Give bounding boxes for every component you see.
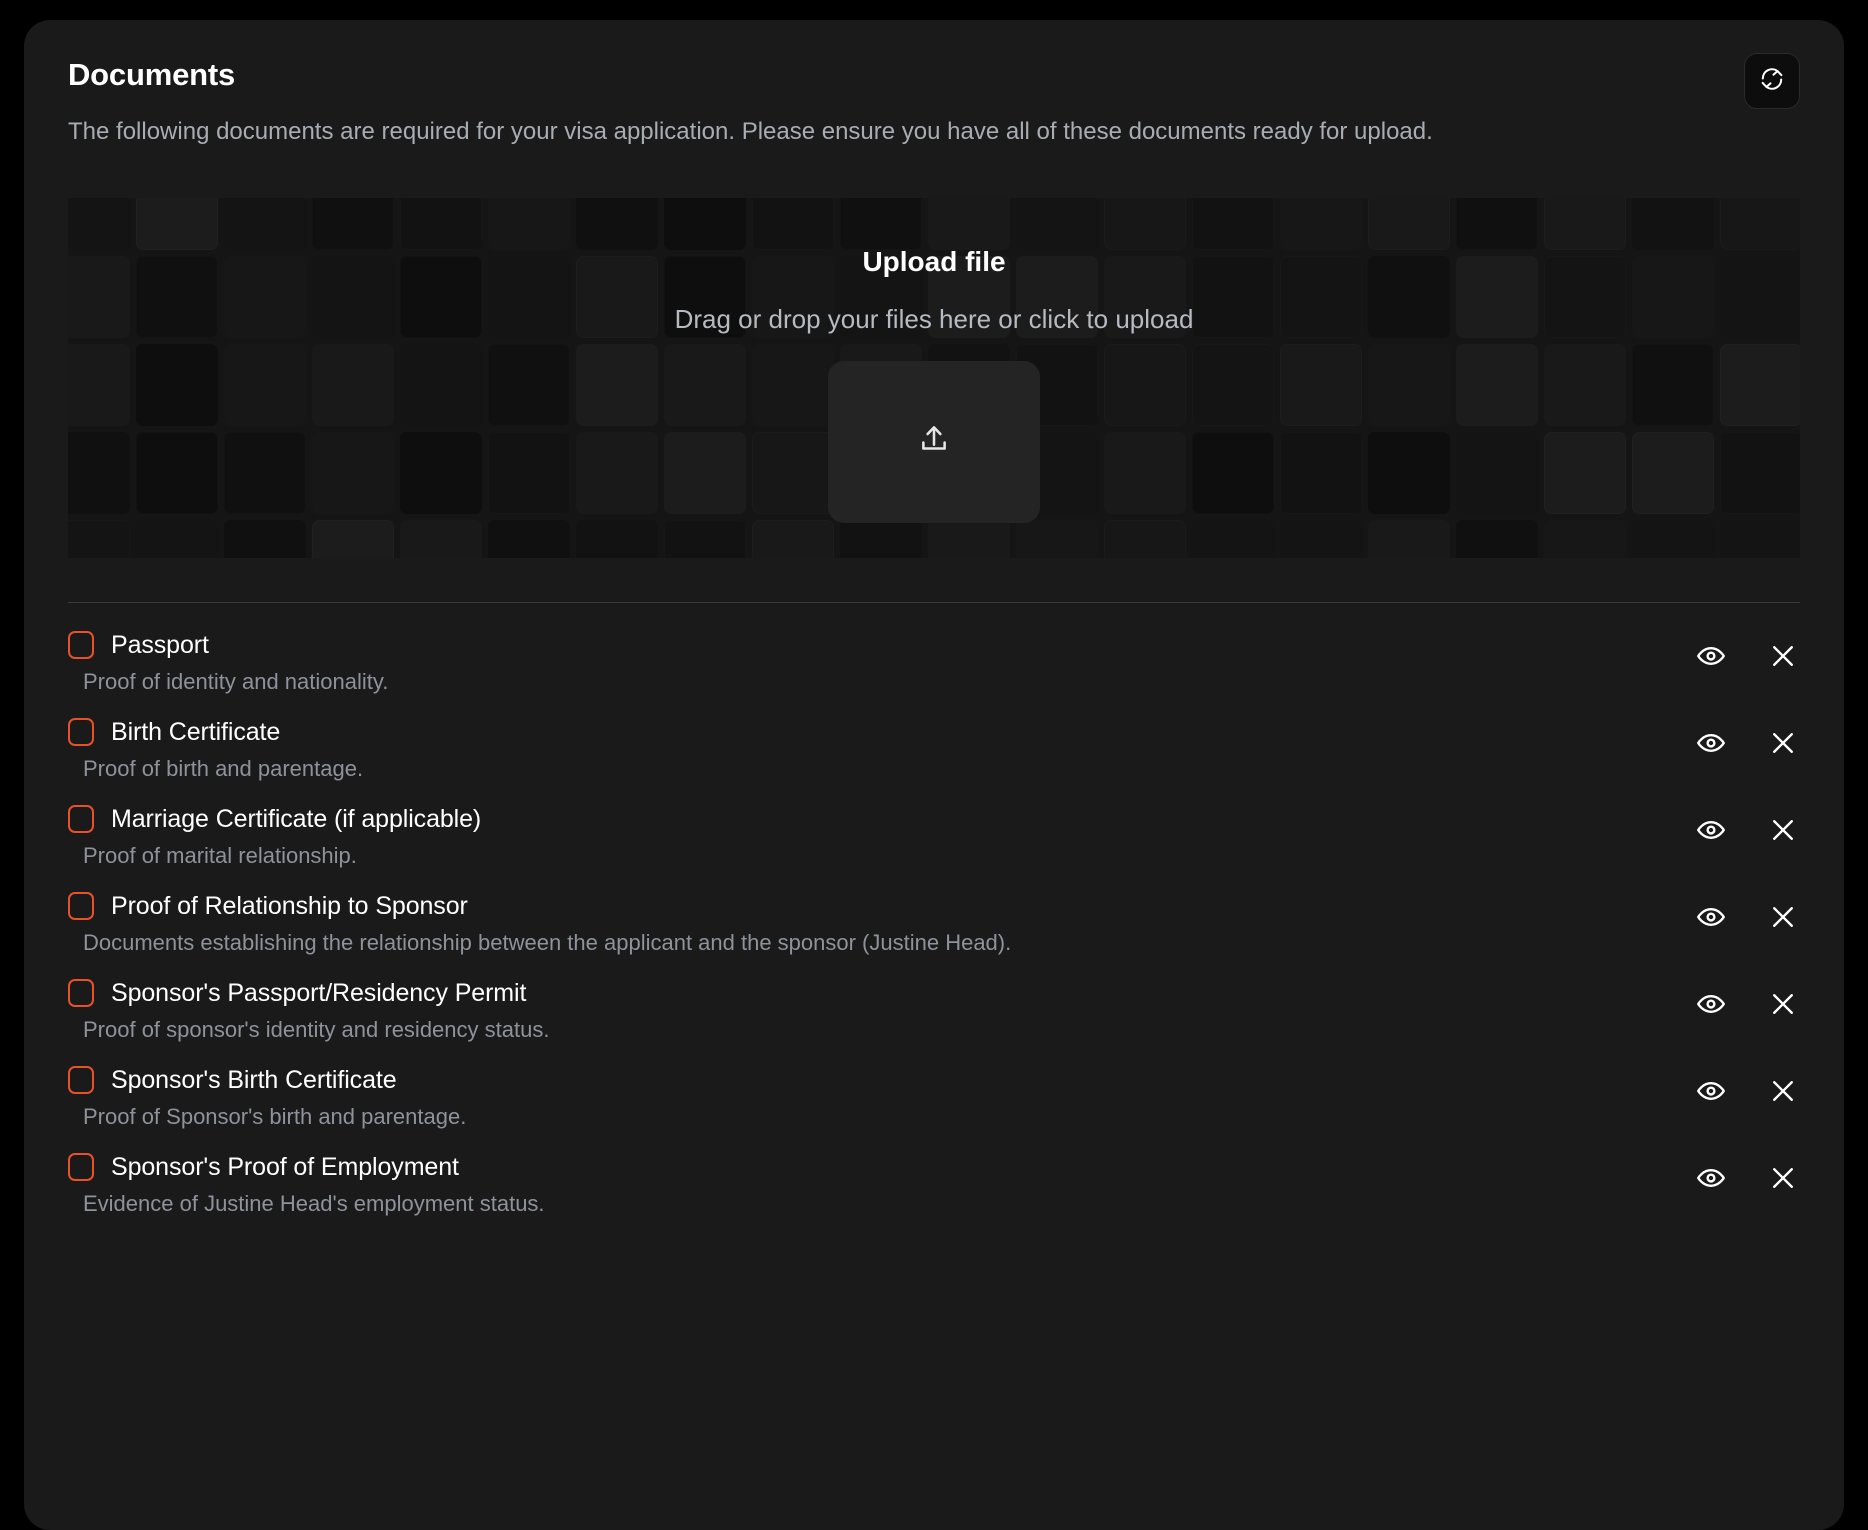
document-actions (1694, 1161, 1800, 1195)
document-main: Sponsor's Passport/Residency Permit (68, 979, 1800, 1008)
close-icon (1768, 728, 1798, 758)
eye-icon (1696, 728, 1726, 758)
document-checkbox[interactable] (68, 1153, 94, 1181)
remove-document-button[interactable] (1766, 1074, 1800, 1108)
eye-icon (1696, 902, 1726, 932)
page-description: The following documents are required for… (68, 115, 1488, 150)
dropzone-subtitle: Drag or drop your files here or click to… (675, 304, 1194, 335)
remove-document-button[interactable] (1766, 639, 1800, 673)
refresh-button[interactable] (1744, 53, 1800, 109)
document-description: Proof of birth and parentage. (68, 756, 1800, 782)
dropzone-content: Upload file Drag or drop your files here… (68, 198, 1800, 558)
eye-icon (1696, 1163, 1726, 1193)
remove-document-button[interactable] (1766, 813, 1800, 847)
document-label: Birth Certificate (111, 718, 280, 747)
documents-card: Documents The following documents are re… (24, 20, 1844, 1530)
document-row: Birth Certificate Proof of birth and pare… (68, 704, 1800, 791)
document-label: Proof of Relationship to Sponsor (111, 892, 468, 921)
document-main: Marriage Certificate (if applicable) (68, 805, 1800, 834)
close-icon (1768, 641, 1798, 671)
document-actions (1694, 813, 1800, 847)
document-description: Evidence of Justine Head's employment st… (68, 1191, 1800, 1217)
document-description: Proof of sponsor's identity and residenc… (68, 1017, 1800, 1043)
eye-icon (1696, 989, 1726, 1019)
close-icon (1768, 1163, 1798, 1193)
upload-button[interactable] (828, 361, 1040, 523)
remove-document-button[interactable] (1766, 1161, 1800, 1195)
document-checkbox[interactable] (68, 979, 94, 1007)
document-row: Sponsor's Proof of Employment Evidence of… (68, 1139, 1800, 1226)
refresh-icon (1759, 66, 1785, 97)
view-document-button[interactable] (1694, 813, 1728, 847)
document-label: Sponsor's Passport/Residency Permit (111, 979, 526, 1008)
document-row: Marriage Certificate (if applicable) Proo… (68, 791, 1800, 878)
document-label: Sponsor's Proof of Employment (111, 1153, 459, 1182)
document-actions (1694, 639, 1800, 673)
view-document-button[interactable] (1694, 639, 1728, 673)
close-icon (1768, 902, 1798, 932)
file-dropzone[interactable]: Upload file Drag or drop your files here… (68, 198, 1800, 558)
document-checkbox[interactable] (68, 892, 94, 920)
document-row: Passport Proof of identity and nationalit… (68, 617, 1800, 704)
document-description: Proof of Sponsor's birth and parentage. (68, 1104, 1800, 1130)
document-main: Sponsor's Birth Certificate (68, 1066, 1800, 1095)
upload-icon (917, 422, 951, 461)
eye-icon (1696, 1076, 1726, 1106)
view-document-button[interactable] (1694, 987, 1728, 1021)
document-label: Sponsor's Birth Certificate (111, 1066, 397, 1095)
remove-document-button[interactable] (1766, 900, 1800, 934)
document-checkbox[interactable] (68, 1066, 94, 1094)
dropzone-title: Upload file (862, 246, 1005, 278)
document-actions (1694, 1074, 1800, 1108)
eye-icon (1696, 641, 1726, 671)
document-description: Documents establishing the relationship … (68, 930, 1800, 956)
view-document-button[interactable] (1694, 1161, 1728, 1195)
document-checklist: Passport Proof of identity and nationalit… (68, 603, 1800, 1226)
document-description: Proof of marital relationship. (68, 843, 1800, 869)
document-row: Proof of Relationship to Sponsor Document… (68, 878, 1800, 965)
document-checkbox[interactable] (68, 631, 94, 659)
document-main: Passport (68, 631, 1800, 660)
document-checkbox[interactable] (68, 805, 94, 833)
document-actions (1694, 726, 1800, 760)
remove-document-button[interactable] (1766, 987, 1800, 1021)
document-label: Passport (111, 631, 209, 660)
document-row: Sponsor's Passport/Residency Permit Proof… (68, 965, 1800, 1052)
eye-icon (1696, 815, 1726, 845)
card-header: Documents The following documents are re… (24, 20, 1844, 150)
document-main: Sponsor's Proof of Employment (68, 1153, 1800, 1182)
close-icon (1768, 815, 1798, 845)
close-icon (1768, 1076, 1798, 1106)
close-icon (1768, 989, 1798, 1019)
document-row: Sponsor's Birth Certificate Proof of Spon… (68, 1052, 1800, 1139)
document-main: Birth Certificate (68, 718, 1800, 747)
document-description: Proof of identity and nationality. (68, 669, 1800, 695)
document-checkbox[interactable] (68, 718, 94, 746)
document-label: Marriage Certificate (if applicable) (111, 805, 481, 834)
page-title: Documents (68, 56, 1800, 93)
document-main: Proof of Relationship to Sponsor (68, 892, 1800, 921)
view-document-button[interactable] (1694, 1074, 1728, 1108)
view-document-button[interactable] (1694, 726, 1728, 760)
document-actions (1694, 900, 1800, 934)
document-actions (1694, 987, 1800, 1021)
view-document-button[interactable] (1694, 900, 1728, 934)
remove-document-button[interactable] (1766, 726, 1800, 760)
